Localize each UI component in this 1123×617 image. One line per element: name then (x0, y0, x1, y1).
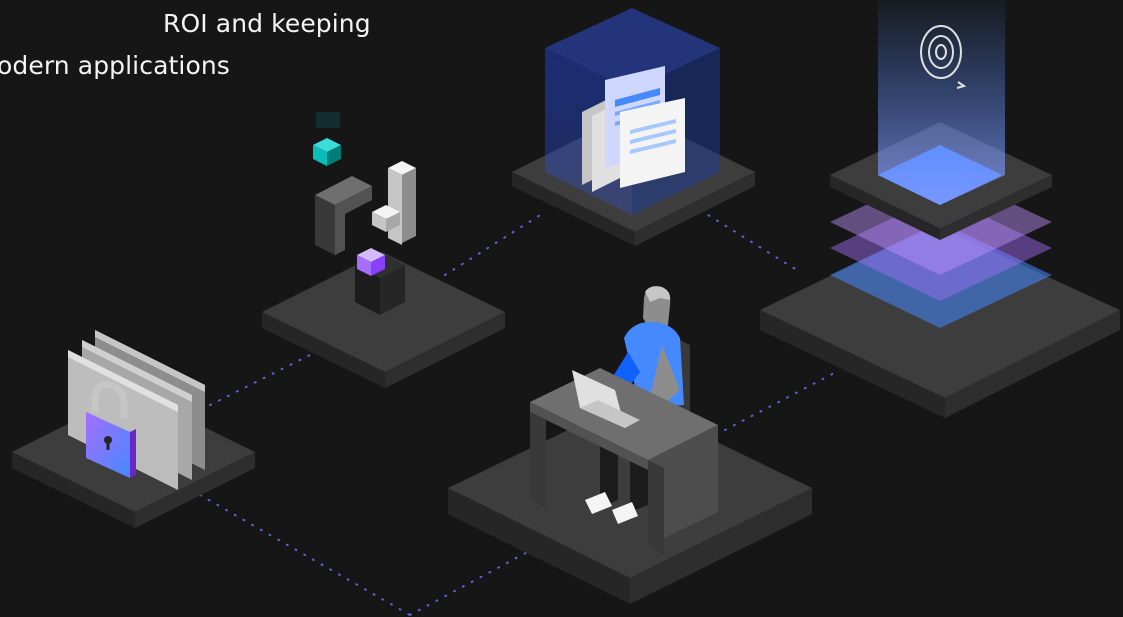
platform-building-blocks (262, 112, 505, 388)
connection-line (209, 344, 331, 406)
platform-security (12, 330, 255, 528)
purple-cube (355, 248, 405, 315)
light-block (372, 161, 416, 245)
connection-line (444, 211, 546, 276)
connection-lines (199, 209, 841, 616)
platform-tower (760, 0, 1120, 418)
hero-banner: ROI and keeping odern applications (0, 0, 1123, 617)
teal-cube (313, 112, 341, 166)
platform-documents (512, 8, 755, 246)
connection-line (409, 547, 536, 616)
hero-heading: ROI and keeping odern applications (0, 3, 371, 87)
hero-heading-line-1: ROI and keeping (163, 9, 371, 38)
isometric-illustration (12, 0, 1120, 616)
connection-line (699, 209, 801, 273)
hero-heading-line-2: odern applications (0, 51, 230, 80)
connection-line (199, 494, 411, 616)
connection-line (724, 369, 841, 431)
dark-block (315, 176, 372, 255)
platform-workspace (448, 286, 812, 604)
